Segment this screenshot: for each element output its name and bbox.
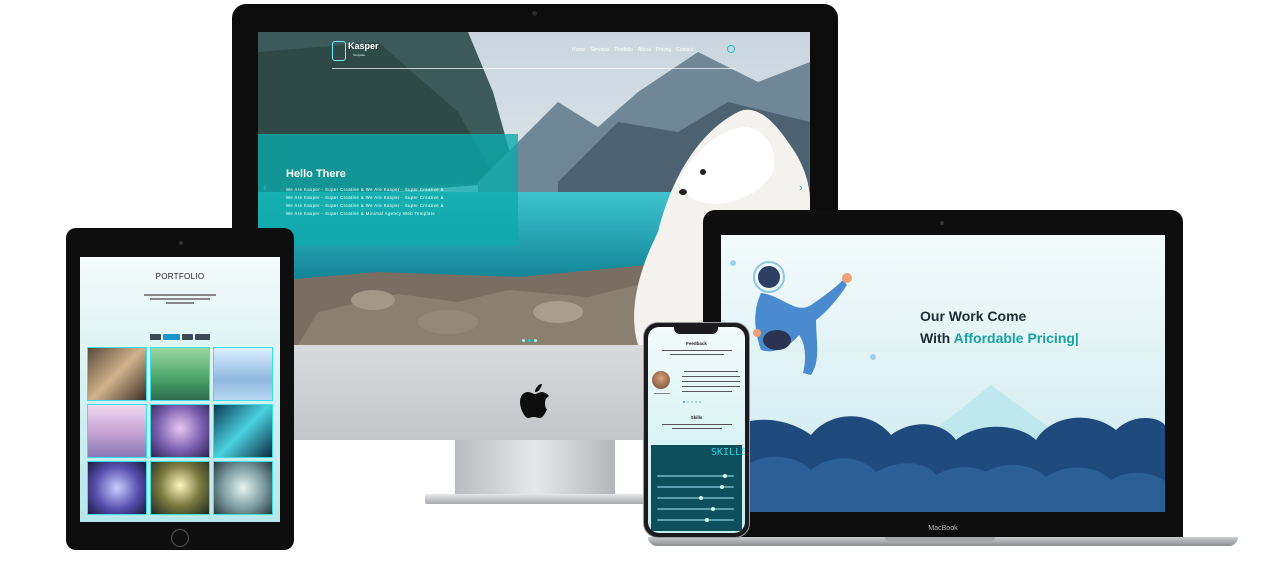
portfolio-image[interactable] [87, 347, 147, 401]
slider-dot[interactable] [534, 339, 537, 342]
skills-panel: SKILLS [651, 445, 745, 531]
chevron-right-icon[interactable]: › [799, 182, 803, 194]
navbar-divider [332, 68, 736, 69]
portfolio-description-line [144, 294, 216, 296]
portfolio-image[interactable] [87, 404, 147, 458]
portfolio-image[interactable] [213, 404, 273, 458]
pricing-hero-illustration [721, 260, 1165, 512]
feedback-text-line [670, 354, 724, 356]
skill-bar-handle[interactable] [699, 496, 703, 500]
hero-text-line: We Are Kasper - Super Creative & Minimal… [286, 211, 436, 216]
portfolio-description-line [166, 302, 194, 304]
review-dot[interactable] [687, 401, 689, 403]
macbook-lid-notch [885, 537, 995, 541]
review-text-line [682, 376, 740, 378]
skill-bar-handle[interactable] [723, 474, 727, 478]
review-dot[interactable] [683, 401, 685, 403]
nav-item-portfolio[interactable]: Portfolio [615, 47, 633, 53]
macbook-camera [940, 221, 944, 225]
review-dot[interactable] [699, 401, 701, 403]
portfolio-description-line [150, 298, 210, 300]
site-logo-subtitle: Template [353, 53, 366, 57]
pricing-headline-line2: With Affordable Pricing| [920, 330, 1079, 346]
search-icon[interactable] [727, 45, 735, 53]
tablet-home-button[interactable] [171, 529, 189, 547]
filter-tab-active[interactable] [163, 334, 180, 340]
macbook-screen: Our Work Come With Affordable Pricing| [721, 235, 1165, 512]
nav-item-contact[interactable]: Contact [676, 47, 693, 53]
skill-bar [657, 496, 734, 500]
apple-logo-icon [520, 384, 549, 418]
tablet-screen: PORTFOLIO [80, 257, 280, 522]
review-dots [683, 401, 701, 403]
review-text-line [682, 391, 732, 393]
slider-dots [522, 339, 537, 342]
portfolio-filter-tabs [150, 334, 210, 340]
skill-bar [657, 518, 734, 522]
pricing-headline-line1: Our Work Come [920, 308, 1027, 324]
skill-bar-handle[interactable] [705, 518, 709, 522]
feedback-text-line [662, 350, 732, 352]
portfolio-image[interactable] [213, 461, 273, 515]
portfolio-image[interactable] [87, 461, 147, 515]
portfolio-title: PORTFOLIO [155, 272, 205, 281]
feedback-title: Feedback [686, 341, 707, 346]
imac-stand-base [425, 494, 645, 504]
slider-dot[interactable] [522, 339, 525, 342]
portfolio-image[interactable] [150, 461, 210, 515]
macbook-label: MacBook [928, 525, 958, 532]
kasper-logo-icon[interactable] [332, 41, 346, 61]
skills-banner: SKILLS [711, 447, 745, 458]
iphone-screen: Feedback Skills SKILLS [648, 327, 745, 533]
skill-bar-handle[interactable] [711, 507, 715, 511]
hero-text-line: We Are Kasper - Super Creative & We Are … [286, 195, 444, 200]
iphone-notch [674, 327, 718, 334]
review-text-line [684, 371, 738, 373]
review-text-line [682, 386, 740, 388]
filter-tab[interactable] [195, 334, 210, 340]
skills-text-line [662, 424, 732, 426]
filter-tab[interactable] [150, 334, 161, 340]
hero-text-line: We Are Kasper - Super Creative & We Are … [286, 203, 444, 208]
headline-accent-text: Affordable Pricing| [953, 330, 1079, 346]
tablet-camera [179, 241, 183, 245]
skills-title: Skills [690, 415, 703, 420]
skill-bar [657, 485, 734, 489]
nav-item-about[interactable]: About [638, 47, 651, 53]
review-dot[interactable] [695, 401, 697, 403]
reviewer-name-line [654, 393, 670, 395]
filter-tab[interactable] [182, 334, 193, 340]
hero-text-line: We Are Kasper - Super Creative & We Are … [286, 187, 444, 192]
skill-bar [657, 507, 734, 511]
portfolio-gallery [87, 347, 275, 515]
headline-plain-text: With [920, 330, 954, 346]
nav-item-services[interactable]: Services [590, 47, 609, 53]
skills-text-line [672, 428, 722, 430]
portfolio-image[interactable] [150, 347, 210, 401]
nav-item-home[interactable]: Home [572, 47, 585, 53]
imac-stand [455, 440, 615, 496]
nav-item-pricing[interactable]: Pricing [656, 47, 671, 53]
skill-bar-handle[interactable] [720, 485, 724, 489]
reviewer-avatar [652, 371, 670, 389]
skill-bar [657, 474, 734, 478]
hero-title: Hello There [286, 168, 346, 180]
site-logo-text[interactable]: Kasper [348, 41, 379, 51]
slider-dot[interactable] [528, 339, 531, 342]
site-nav-menu: Home Services Portfolio About Pricing Co… [572, 47, 693, 53]
chevron-left-icon[interactable]: ‹ [263, 182, 267, 194]
review-text-line [682, 381, 740, 383]
review-dot[interactable] [691, 401, 693, 403]
imac-camera [532, 11, 537, 16]
portfolio-image[interactable] [150, 404, 210, 458]
portfolio-image[interactable] [213, 347, 273, 401]
hero-text-panel: Hello There We Are Kasper - Super Creati… [258, 134, 518, 245]
site-navbar: Kasper Template Home Services Portfolio … [258, 32, 810, 70]
